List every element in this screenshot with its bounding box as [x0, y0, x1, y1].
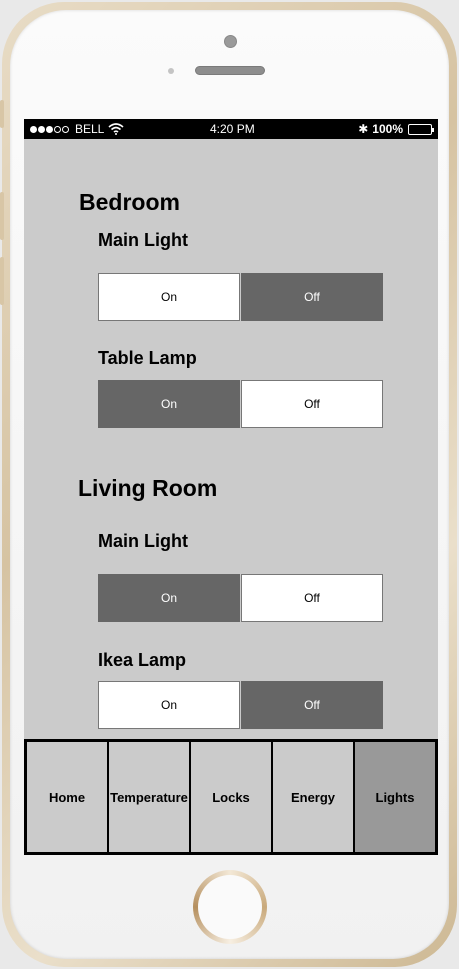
- earpiece-speaker-icon: [195, 66, 265, 75]
- wifi-icon: [108, 123, 124, 135]
- signal-dot-icon: [46, 125, 53, 133]
- device-label-bedroom-main-light: Main Light: [98, 230, 188, 250]
- off-button[interactable]: Off: [241, 273, 383, 321]
- on-button[interactable]: On: [98, 380, 240, 428]
- front-camera-icon: [224, 35, 237, 48]
- status-bar-left: BELL: [30, 122, 124, 136]
- off-button[interactable]: Off: [241, 574, 383, 622]
- device-label-living-room-main-light: Main Light: [98, 531, 188, 551]
- mute-switch: [0, 100, 4, 128]
- on-button[interactable]: On: [98, 574, 240, 622]
- device-label-bedroom-table-lamp: Table Lamp: [98, 348, 197, 368]
- on-button[interactable]: On: [98, 681, 240, 729]
- home-button[interactable]: [193, 870, 267, 944]
- carrier-name: BELL: [75, 122, 105, 136]
- off-button[interactable]: Off: [241, 681, 383, 729]
- volume-down-button: [0, 257, 4, 305]
- toggle-living-room-ikea-lamp: On Off: [98, 681, 383, 729]
- signal-dot-empty-icon: [62, 125, 69, 133]
- volume-up-button: [0, 192, 4, 240]
- signal-dot-empty-icon: [54, 125, 61, 133]
- toggle-bedroom-table-lamp: On Off: [98, 380, 383, 428]
- tab-home[interactable]: Home: [27, 742, 107, 852]
- status-bar: BELL 4:20 PM ✱ 100%: [24, 119, 438, 139]
- app-screen: BELL 4:20 PM ✱ 100% Bedroom Main Light O…: [24, 119, 438, 855]
- on-button[interactable]: On: [98, 273, 240, 321]
- toggle-bedroom-main-light: On Off: [98, 273, 383, 321]
- room-title-bedroom: Bedroom: [79, 189, 180, 215]
- bluetooth-icon: ✱: [358, 122, 369, 136]
- device-label-living-room-ikea-lamp: Ikea Lamp: [98, 650, 187, 670]
- toggle-living-room-main-light: On Off: [98, 574, 383, 622]
- status-bar-time: 4:20 PM: [210, 122, 255, 136]
- tab-energy[interactable]: Energy: [273, 742, 353, 852]
- room-title-living-room: Living Room: [78, 475, 218, 501]
- tab-bar: Home Temperature Locks Energy Lights: [24, 739, 438, 855]
- off-button[interactable]: Off: [241, 380, 383, 428]
- signal-dot-icon: [30, 125, 37, 133]
- battery-percent: 100%: [372, 122, 403, 136]
- tab-locks[interactable]: Locks: [191, 742, 271, 852]
- tab-temperature[interactable]: Temperature: [109, 742, 189, 852]
- status-bar-right: ✱ 100%: [358, 122, 434, 136]
- proximity-sensor-icon: [168, 68, 174, 74]
- signal-dot-icon: [38, 125, 45, 133]
- battery-icon: [408, 123, 434, 135]
- tab-lights[interactable]: Lights: [355, 742, 435, 852]
